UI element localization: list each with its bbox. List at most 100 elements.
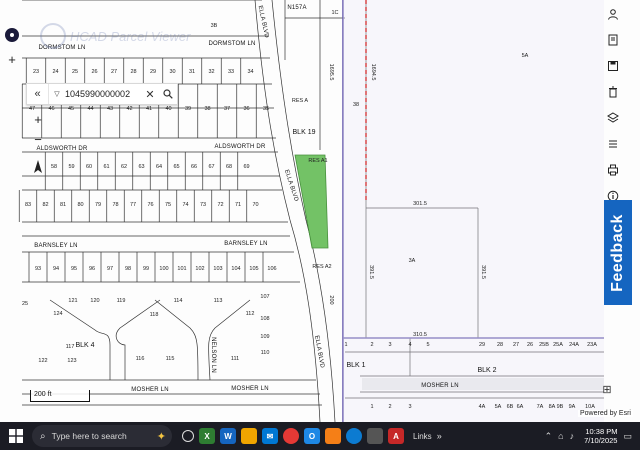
lot-number: 72	[217, 202, 223, 208]
zoom-in-button[interactable]: +	[28, 110, 48, 128]
lot-number: 81	[60, 202, 66, 208]
mosher-road-band	[362, 378, 604, 390]
lot-number: 27	[111, 69, 117, 75]
street-label-dormstom-ln: DORMSTOM LN	[208, 41, 255, 47]
tract-label-1c: 1C	[331, 10, 338, 16]
lot-number: 45	[68, 106, 74, 112]
outlook-icon[interactable]: O	[304, 428, 320, 444]
folder-icon[interactable]	[325, 428, 341, 444]
search-source-dropdown[interactable]: ▽	[49, 90, 65, 98]
lot-number: 28	[497, 342, 503, 348]
lot-number: 103	[213, 266, 222, 272]
lot-number: 6B	[507, 404, 514, 410]
edge-icon[interactable]	[346, 428, 362, 444]
excel-icon[interactable]: X	[199, 428, 215, 444]
collapse-search-button[interactable]: «	[27, 84, 49, 104]
lot-number: 29	[150, 69, 156, 75]
lot-number: 66	[191, 164, 197, 170]
parcel-search-input[interactable]	[65, 89, 141, 99]
lot-number: 94	[53, 266, 59, 272]
lot-number: 102	[195, 266, 204, 272]
lot-number: 122	[38, 358, 47, 364]
lot-number: 34	[247, 69, 253, 75]
windows-logo-icon	[9, 429, 23, 443]
mail-icon[interactable]: ✉	[262, 428, 278, 444]
lot-number: 70	[252, 202, 258, 208]
lot-number: 30	[169, 69, 175, 75]
word-icon[interactable]: W	[220, 428, 236, 444]
lot-number: 3	[388, 342, 391, 348]
lot-number: 40	[165, 106, 171, 112]
scale-label: 200 ft	[34, 391, 52, 398]
hcad-seal-icon	[40, 23, 66, 49]
list-icon[interactable]	[603, 134, 623, 154]
dimension-label: 310.5	[413, 332, 427, 338]
lot-number: 108	[260, 316, 269, 322]
lot-number: 106	[267, 266, 276, 272]
links-toolbar-label[interactable]: Links	[413, 432, 432, 441]
lot-number: 33	[228, 69, 234, 75]
lot-number: 123	[67, 358, 76, 364]
watermark-text: HCAD Parcel Viewer	[70, 28, 191, 44]
tract-label-3a: 3A	[409, 258, 416, 264]
layers-icon[interactable]	[603, 108, 623, 128]
clock[interactable]: 10:38 PM 7/10/2025	[584, 427, 617, 445]
search-icon[interactable]	[159, 84, 177, 104]
lot-number: 77	[130, 202, 136, 208]
lot-number: 39	[185, 106, 191, 112]
print-icon[interactable]	[603, 160, 623, 180]
lot-number: 46	[48, 106, 54, 112]
lot-number: 28	[130, 69, 136, 75]
tract-label-38: 38	[353, 102, 359, 108]
dimension-label: 1695.5	[328, 64, 334, 81]
block-label-4: BLK 4	[75, 342, 94, 349]
reserve-label-a1: RES A1	[308, 158, 327, 164]
parcel-search-bar: « ▽ ✕	[26, 83, 178, 105]
lot-number: 110	[261, 350, 270, 356]
lot-number: 101	[177, 266, 186, 272]
store-icon[interactable]	[367, 428, 383, 444]
parcel-map-canvas[interactable]: 23 24 25 26 27 28 29 30 31 32 33 3447 46 45 44 43 42 41 40…	[0, 0, 640, 422]
file-explorer-icon[interactable]	[241, 428, 257, 444]
add-icon[interactable]: +	[2, 50, 22, 68]
zoom-out-button[interactable]: −	[28, 130, 48, 148]
acrobat-icon[interactable]: A	[388, 428, 404, 444]
lot-number: 107	[260, 294, 269, 300]
save-icon[interactable]	[603, 56, 623, 76]
lot-number: 25	[72, 69, 78, 75]
lot-number: 64	[156, 164, 162, 170]
compass-icon[interactable]	[28, 158, 48, 176]
lot-number: 41	[146, 106, 152, 112]
selected-parcel-highlight[interactable]	[294, 154, 329, 249]
lot-number: 26	[91, 69, 97, 75]
tray-overflow-icon[interactable]: ⌃	[545, 431, 553, 442]
feedback-button[interactable]: Feedback	[604, 200, 632, 305]
lot-number: 27	[513, 342, 519, 348]
home-button[interactable]	[2, 26, 22, 44]
taskbar-search-box[interactable]: ⌕ Type here to search ✦	[32, 425, 172, 447]
right-toolbar	[602, 4, 624, 212]
copilot-sparkle-icon: ✦	[156, 430, 166, 443]
overview-map-icon[interactable]: ⊞	[600, 383, 614, 397]
notification-icon[interactable]: ▭	[623, 431, 632, 442]
user-icon[interactable]	[603, 4, 623, 24]
clear-search-icon[interactable]: ✕	[141, 84, 159, 104]
task-view-icon[interactable]	[182, 430, 194, 442]
parcel-map[interactable]: 23 24 25 26 27 28 29 30 31 32 33 34 47 46 45 44 43 42 41 40…	[0, 0, 640, 422]
esri-attribution[interactable]: Powered by Esri	[578, 410, 633, 417]
delete-icon[interactable]	[603, 82, 623, 102]
block-label-2: BLK 2	[477, 367, 496, 374]
lot-number: 61	[103, 164, 109, 170]
block-label-1: BLK 1	[346, 362, 365, 369]
links-expand-icon[interactable]: »	[437, 431, 442, 441]
lot-number: 93	[35, 266, 41, 272]
start-button[interactable]	[6, 426, 26, 446]
bookmark-icon[interactable]	[603, 30, 623, 50]
network-icon[interactable]: ⌂	[558, 431, 563, 441]
clock-date: 7/10/2025	[584, 436, 618, 445]
lot-number: 95	[71, 266, 77, 272]
volume-icon[interactable]: ♪	[570, 431, 575, 441]
block-label-19: BLK 19	[293, 129, 316, 136]
hcad-watermark: HCAD Parcel Viewer	[40, 22, 205, 50]
chrome-icon[interactable]	[283, 428, 299, 444]
